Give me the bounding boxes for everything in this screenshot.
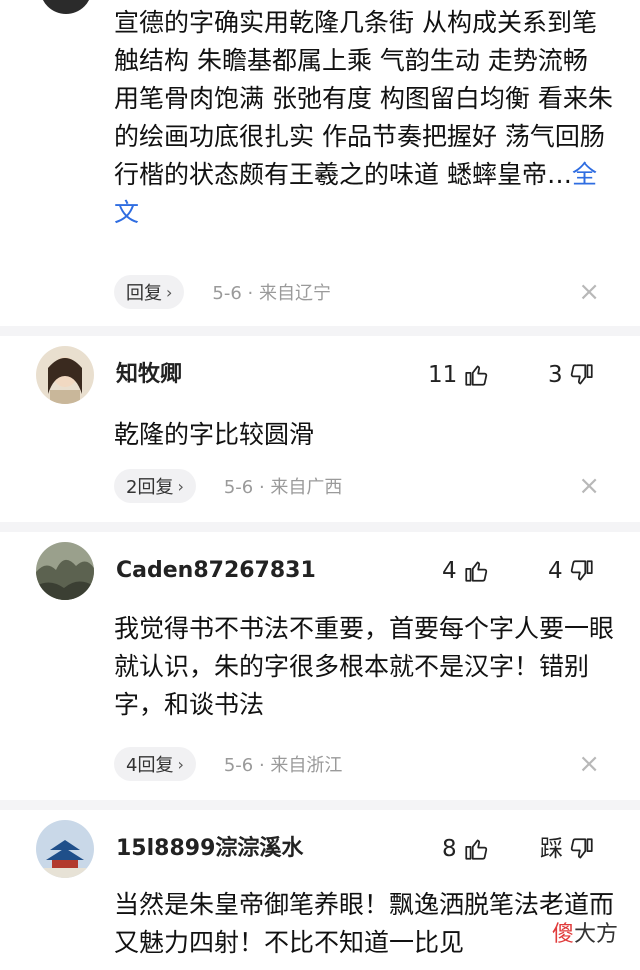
- comment-meta: 2回复 › 5-6 · 来自广西: [114, 468, 342, 504]
- dislike-count: 3: [548, 362, 563, 388]
- avatar-image: [36, 542, 94, 600]
- avatar[interactable]: [36, 346, 94, 404]
- close-icon[interactable]: ×: [578, 751, 600, 777]
- reply-label: 4回复: [126, 755, 174, 776]
- divider: [0, 800, 640, 810]
- comment-body: 当然是朱皇帝御笔养眼！飘逸洒脱笔法老道而又魅力四射！不比不知道一比见: [114, 890, 615, 957]
- like-count: 4: [442, 558, 457, 584]
- dislike-count: 4: [548, 558, 563, 584]
- divider: [0, 326, 640, 336]
- username[interactable]: 15l8899淙淙溪水: [116, 834, 303, 864]
- comment-body: 我觉得书不书法不重要，首要每个字人要一眼就认识，朱的字很多根本就不是汉字！错别字…: [114, 614, 615, 719]
- reply-button[interactable]: 4回复 ›: [114, 747, 196, 781]
- reply-button[interactable]: 2回复 ›: [114, 469, 196, 503]
- like-count: 8: [442, 836, 457, 862]
- comment-text: 宣德的字确实用乾隆几条街 从构成关系到笔触结构 朱瞻基都属上乘 气韵生动 走势流…: [114, 4, 616, 232]
- reply-label: 回复: [126, 283, 162, 304]
- avatar-image: [36, 346, 94, 404]
- dislike-button[interactable]: 4: [548, 556, 595, 586]
- comment-meta: 回复 › 5-6 · 来自辽宁: [114, 274, 331, 310]
- chevron-right-icon: ›: [177, 476, 184, 496]
- divider: [0, 522, 640, 532]
- thumbs-down-icon: [570, 560, 593, 581]
- thumbs-up-icon: [465, 839, 487, 860]
- thumbs-up-icon: [465, 365, 488, 386]
- dislike-button[interactable]: 3: [548, 360, 595, 390]
- like-button[interactable]: 11: [428, 360, 489, 390]
- reply-button[interactable]: 回复 ›: [114, 275, 185, 309]
- dislike-button[interactable]: 踩: [540, 834, 595, 864]
- avatar[interactable]: [40, 0, 92, 14]
- username[interactable]: Caden87267831: [116, 556, 316, 586]
- timestamp-location: 5-6 · 来自广西: [223, 477, 343, 498]
- username[interactable]: 知牧卿: [116, 360, 182, 390]
- watermark-part-2: 大方: [573, 922, 618, 947]
- timestamp-location: 5-6 · 来自辽宁: [212, 283, 331, 304]
- avatar[interactable]: [36, 820, 94, 878]
- comment-body: 乾隆的字比较圆滑: [114, 420, 315, 449]
- dislike-label: 踩: [540, 836, 563, 862]
- comment-body: 宣德的字确实用乾隆几条街 从构成关系到笔触结构 朱瞻基都属上乘 气韵生动 走势流…: [114, 8, 613, 189]
- close-icon[interactable]: ×: [578, 473, 600, 499]
- avatar-image: [36, 820, 94, 878]
- like-button[interactable]: 4: [442, 556, 489, 586]
- like-count: 11: [428, 362, 458, 388]
- comment-meta: 4回复 › 5-6 · 来自浙江: [114, 746, 342, 782]
- watermark-part-1: 傻: [551, 922, 574, 947]
- timestamp-location: 5-6 · 来自浙江: [223, 755, 343, 776]
- thumbs-up-icon: [465, 561, 487, 582]
- thumbs-down-icon: [570, 838, 593, 859]
- chevron-right-icon: ›: [166, 282, 173, 302]
- close-icon[interactable]: ×: [578, 279, 600, 305]
- avatar[interactable]: [36, 542, 94, 600]
- chevron-right-icon: ›: [177, 754, 184, 774]
- watermark: 傻大方: [547, 916, 622, 948]
- like-button[interactable]: 8: [442, 834, 489, 864]
- reply-label: 2回复: [126, 477, 174, 498]
- thumbs-down-icon: [570, 364, 593, 385]
